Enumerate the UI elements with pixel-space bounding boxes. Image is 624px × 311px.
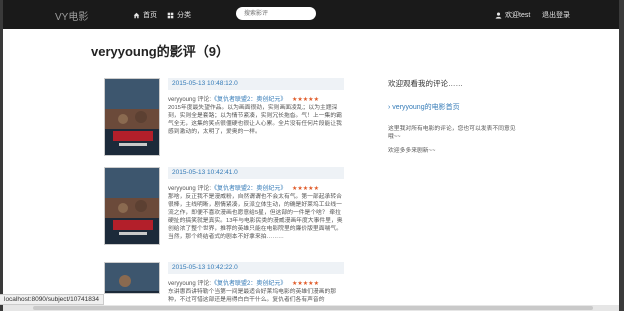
sidebar-note: 这里我对所有电影的评论，您也可以发表不同意见哦~~ xyxy=(388,126,516,140)
sidebar-note-2: 欢迎多多来剧新~~ xyxy=(388,148,436,154)
search-input[interactable] xyxy=(236,7,316,20)
window-frame-left xyxy=(0,0,3,311)
scrollbar-thumb[interactable] xyxy=(33,306,593,310)
review-user: veryyoung xyxy=(168,281,196,287)
browser-status-bar: localhost:8090/subject/10741834 xyxy=(0,294,105,305)
nav-home-label: 首页 xyxy=(143,12,157,19)
page-title: veryyoung的影评（9） xyxy=(91,44,229,59)
review-header: 2015-05-13 10:42:22.0 xyxy=(168,262,344,274)
review-header: 2015-05-13 10:48:12.0 xyxy=(168,78,344,90)
nav-user-label: 欢迎test xyxy=(505,12,531,19)
nav-home-link[interactable]: 首页 xyxy=(133,10,157,20)
review-text: 那啥，反正我不是漫威粉，自然谓谓也不会太有气。第一部起承转合很棒，主线明晰，剧情… xyxy=(168,194,343,240)
movie-poster[interactable] xyxy=(104,78,160,156)
review-user: veryyoung xyxy=(168,97,196,103)
sidebar-welcome: 欢迎观看我的评论…… xyxy=(388,79,463,88)
review-action: 评论: xyxy=(197,186,212,192)
nav-category-label: 分类 xyxy=(177,12,191,19)
review-date[interactable]: 2015-05-13 10:42:22.0 xyxy=(172,264,238,271)
movie-poster[interactable] xyxy=(104,167,160,245)
review-action: 评论: xyxy=(197,97,212,103)
sidebar-home-label: veryyoung的电影首页 xyxy=(392,104,460,111)
review-text: 东讲惠西讲特勒个当第一间是最适合好莱坞电影的英雄们漫画的那种，不过可惜这部还是用… xyxy=(168,289,337,303)
review-meta: veryyoung 评论:《复仇者联盟2：奥创纪元》 ★★★★★ xyxy=(168,94,344,103)
movie-link[interactable]: 《复仇者联盟2：奥创纪元》 xyxy=(211,186,286,192)
review-header: 2015-05-13 10:42:41.0 xyxy=(168,167,344,179)
movie-link[interactable]: 《复仇者联盟2：奥创纪元》 xyxy=(211,97,286,103)
top-navbar: VY电影 首页 分类 欢迎test 退出登录 xyxy=(3,0,619,29)
brand-logo[interactable]: VY电影 xyxy=(55,8,88,23)
grid-icon xyxy=(167,12,174,18)
nav-user-link[interactable]: 欢迎test xyxy=(495,10,530,20)
rating-stars: ★★★★★ xyxy=(292,186,319,192)
nav-category-link[interactable]: 分类 xyxy=(167,10,191,20)
sidebar-home-link[interactable]: › veryyoung的电影首页 xyxy=(388,102,460,112)
review-text: 2015年度最失望作品。以为画面很劲，实则画面凌乱；以为主题深刻，实则全是套路；… xyxy=(168,105,342,135)
movie-poster[interactable] xyxy=(104,262,160,294)
rating-stars: ★★★★★ xyxy=(292,97,319,103)
review-user: veryyoung xyxy=(168,186,196,192)
home-icon xyxy=(133,12,140,18)
rating-stars: ★★★★★ xyxy=(292,281,319,287)
logout-link[interactable]: 退出登录 xyxy=(542,10,570,20)
movie-link[interactable]: 《复仇者联盟2：奥创纪元》 xyxy=(211,281,286,287)
review-meta: veryyoung 评论:《复仇者联盟2：奥创纪元》 ★★★★★ xyxy=(168,183,344,192)
review-date[interactable]: 2015-05-13 10:48:12.0 xyxy=(172,80,238,87)
window-frame-right xyxy=(619,0,624,311)
review-date[interactable]: 2015-05-13 10:42:41.0 xyxy=(172,169,238,176)
horizontal-scrollbar[interactable] xyxy=(3,305,619,311)
chevron-right-icon: › xyxy=(388,104,391,111)
user-icon xyxy=(495,12,502,19)
review-meta: veryyoung 评论:《复仇者联盟2：奥创纪元》 ★★★★★ xyxy=(168,278,344,287)
review-action: 评论: xyxy=(197,281,212,287)
